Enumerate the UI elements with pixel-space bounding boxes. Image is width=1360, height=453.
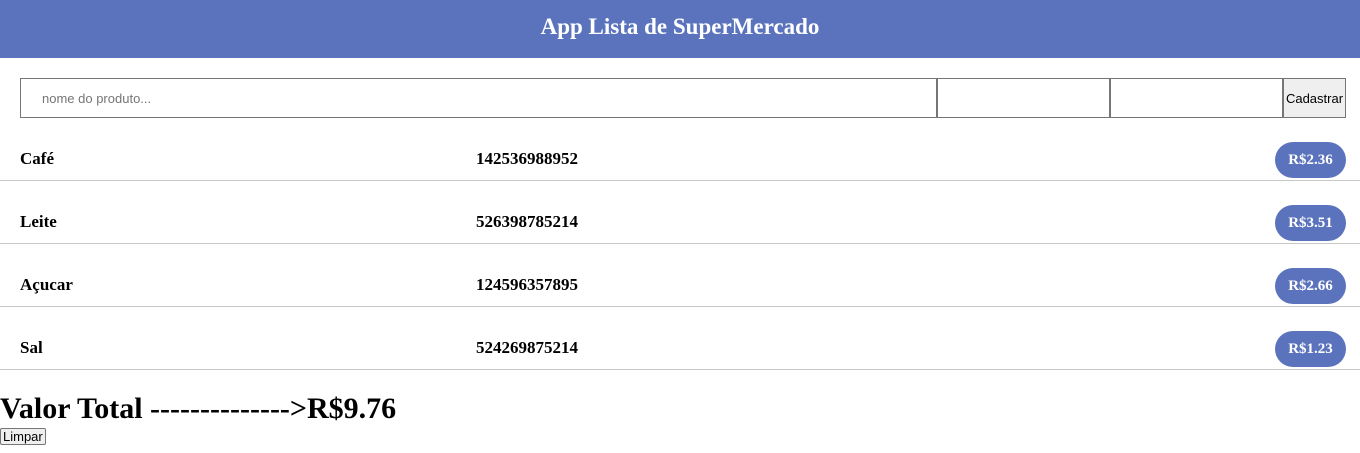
product-code-input[interactable] <box>937 78 1110 118</box>
item-code: 124596357895 <box>476 275 578 294</box>
price-badge: R$3.51 <box>1275 205 1346 241</box>
product-list: Café 142536988952 R$2.36 Leite 526398785… <box>0 118 1360 370</box>
item-name: Sal <box>20 338 43 357</box>
product-name-input[interactable] <box>20 78 937 118</box>
item-name: Leite <box>20 212 57 231</box>
list-item: Café 142536988952 R$2.36 <box>0 118 1360 181</box>
clear-button[interactable]: Limpar <box>0 428 46 445</box>
item-name: Açucar <box>20 275 73 294</box>
price-badge: R$2.66 <box>1275 268 1346 304</box>
list-item: Leite 526398785214 R$3.51 <box>0 181 1360 244</box>
app-header: App Lista de SuperMercado <box>0 0 1360 58</box>
price-badge: R$2.36 <box>1275 142 1346 178</box>
product-price-input[interactable] <box>1110 78 1283 118</box>
total-value: Valor Total -------------->R$9.76 <box>0 392 397 425</box>
register-button[interactable]: Cadastrar <box>1283 78 1346 118</box>
item-name: Café <box>20 149 54 168</box>
list-item: Sal 524269875214 R$1.23 <box>0 307 1360 370</box>
item-code: 524269875214 <box>476 338 578 357</box>
price-badge: R$1.23 <box>1275 331 1346 367</box>
item-code: 142536988952 <box>476 149 578 168</box>
page-title: App Lista de SuperMercado <box>540 14 820 39</box>
product-form: Cadastrar <box>20 78 1346 118</box>
item-code: 526398785214 <box>476 212 578 231</box>
list-item: Açucar 124596357895 R$2.66 <box>0 244 1360 307</box>
